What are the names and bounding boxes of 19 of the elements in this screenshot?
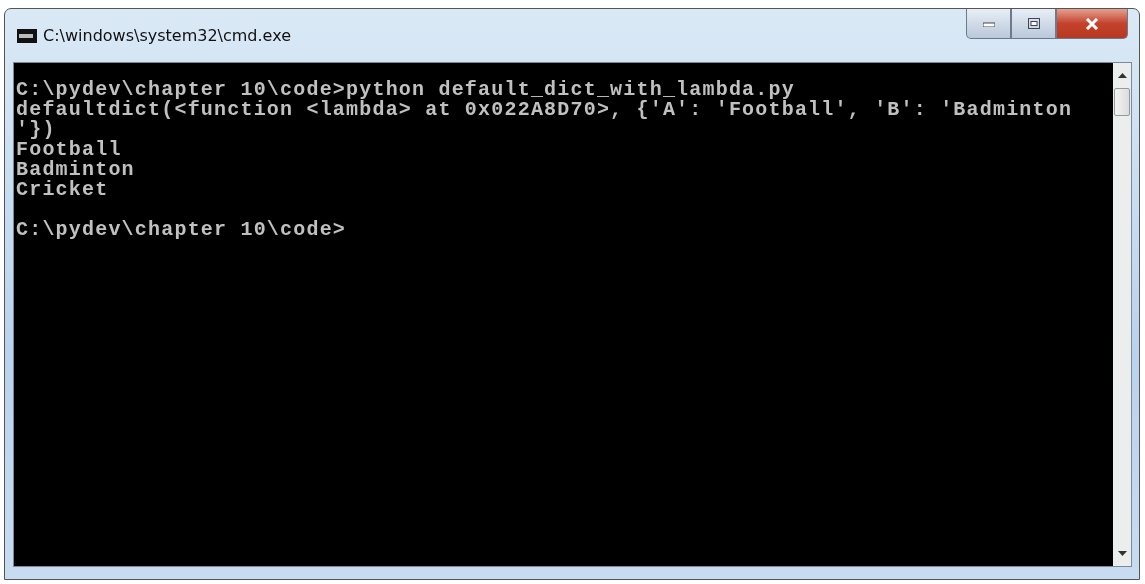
minimize-button[interactable] [966,9,1011,39]
console-line: C:\pydev\chapter 10\code>python default_dict_with_lambda.py [16,80,795,100]
maximize-button[interactable] [1011,9,1056,39]
console-line: C:\pydev\chapter 10\code> [16,220,348,240]
window-title: C:\windows\system32\cmd.exe [43,26,291,45]
close-button[interactable] [1056,9,1128,39]
console-icon [17,28,37,43]
console-line: Football [16,140,122,160]
minimize-icon[interactable] [982,20,995,27]
scroll-down-icon[interactable] [1117,551,1127,556]
console-line: '}) [16,120,56,140]
scrollbar-thumb[interactable] [1114,88,1130,116]
close-icon[interactable] [1085,17,1099,30]
scrollbar[interactable] [1113,63,1131,566]
console-line: Badminton [16,160,136,180]
maximize-icon[interactable] [1027,18,1040,29]
console-line: defaultdict(<function <lambda> at 0x022A8D70>, {'A': 'Football', 'B': 'Badminton [16,100,1074,120]
console-line: Cricket [16,180,110,200]
scroll-up-icon[interactable] [1117,73,1127,78]
